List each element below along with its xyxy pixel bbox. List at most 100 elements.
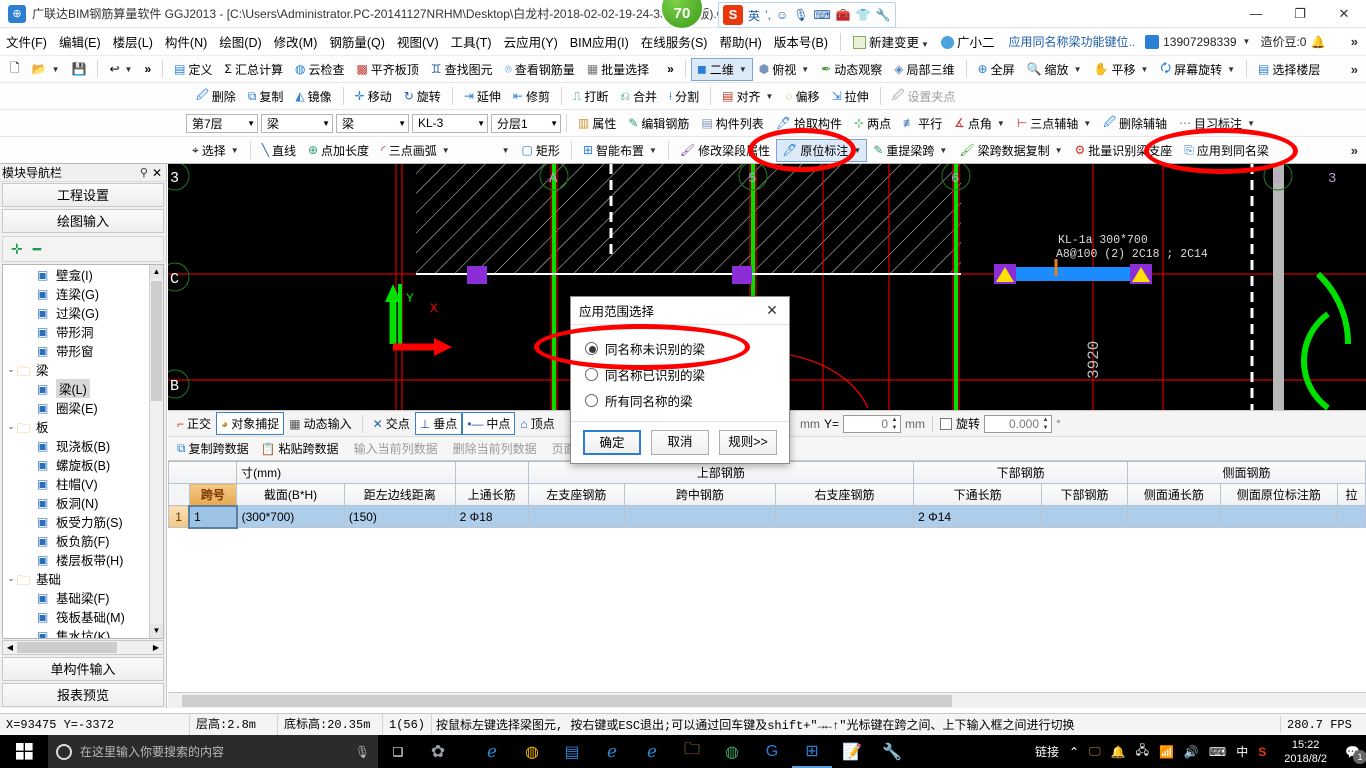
maximize-button[interactable]: ❐ bbox=[1278, 0, 1322, 28]
table-header-cell[interactable]: 距左边线距离 bbox=[343, 483, 456, 506]
stretch-button[interactable]: ⇲ 拉伸 bbox=[826, 85, 875, 108]
table-cell[interactable]: (150) bbox=[343, 505, 456, 528]
snap-y-input[interactable]: 0 ▲ ▼ bbox=[843, 414, 902, 433]
search-box[interactable]: 在这里输入你要搜索的内容 🎙 bbox=[48, 735, 378, 768]
account-info[interactable]: 13907298339 ▼ 造价豆:0 🔔 bbox=[1145, 33, 1325, 50]
network-tray-icon[interactable]: 🖧 bbox=[1136, 741, 1149, 762]
tree-item[interactable]: ▣ 板受力筋(S) bbox=[3, 512, 149, 531]
point-length-button[interactable]: ⊕ 点加长度 bbox=[302, 139, 375, 162]
re-extract-span-button[interactable]: ✎ 重提梁跨 ▼ bbox=[867, 139, 953, 162]
select-floor-button[interactable]: ▤ 选择楼层 bbox=[1252, 58, 1326, 81]
menu-item-help[interactable]: 帮助(H) bbox=[713, 28, 767, 55]
remove-icon[interactable]: ━ bbox=[33, 241, 41, 258]
menu-item-draw[interactable]: 绘图(D) bbox=[213, 28, 267, 55]
tree-item[interactable]: ▣ 圈梁(E) bbox=[3, 398, 149, 417]
notification-center-icon[interactable]: 💬 1 bbox=[1345, 745, 1366, 764]
break-button[interactable]: ⎍ 打断 bbox=[567, 85, 614, 108]
rectangle-button[interactable]: ▢ 矩形 bbox=[516, 139, 566, 162]
menu-item-tools[interactable]: 工具(T) bbox=[445, 28, 498, 55]
keyboard-icon[interactable]: ⌨ bbox=[814, 8, 831, 22]
in-place-annotate-button[interactable]: 🖊 原位标注 ▼ bbox=[776, 138, 868, 162]
panel-close-icon[interactable]: ✕ bbox=[152, 166, 166, 180]
task-view-icon[interactable]: ❑ bbox=[378, 735, 418, 768]
tree-item[interactable]: ▣ 楼层板带(H) bbox=[3, 550, 149, 569]
glodon-icon[interactable]: G bbox=[752, 735, 792, 768]
menu-item-bim[interactable]: BIM应用(I) bbox=[564, 28, 635, 55]
user-button[interactable]: 广小二 bbox=[935, 28, 1001, 55]
object-snap-toggle[interactable]: ◕ 对象捕捉 bbox=[216, 412, 285, 435]
table-cell[interactable] bbox=[1041, 505, 1129, 528]
dialog-rules-button[interactable]: 规则>> bbox=[719, 430, 777, 455]
split-button[interactable]: ⟊ 分割 bbox=[663, 85, 705, 108]
project-settings-button[interactable]: 工程设置 bbox=[2, 183, 164, 207]
table-header-cell[interactable]: 侧面通长筋 bbox=[1127, 483, 1221, 506]
scroll-up-arrow[interactable]: ▲ bbox=[150, 265, 163, 279]
tree-expander-icon[interactable]: ⌄ bbox=[5, 573, 17, 584]
table-row[interactable]: 1 1 (300*700) (150) 2 Φ18 2 Φ14 bbox=[168, 504, 1366, 529]
table-header-cell[interactable]: 上通长筋 bbox=[454, 483, 529, 506]
wifi-icon[interactable]: 📶 bbox=[1159, 745, 1174, 759]
dynamic-input-toggle[interactable]: ▦ 动态输入 bbox=[284, 412, 356, 435]
find-element-button[interactable]: ♊ 查找图元 bbox=[425, 58, 499, 81]
three-point-arc-button[interactable]: ◜ 三点画弧 ▼ bbox=[375, 139, 456, 162]
tree-item[interactable]: ▣ 过梁(G) bbox=[3, 303, 149, 322]
sogou-tray-icon[interactable]: S bbox=[1258, 745, 1266, 759]
view-2d-button[interactable]: ◼ 二维 ▼ bbox=[690, 57, 753, 81]
sogou-app-icon[interactable]: ✿ bbox=[418, 735, 458, 768]
two-point-button[interactable]: ⊹ 两点 bbox=[848, 112, 897, 135]
tree-item[interactable]: ▣ 现浇板(B) bbox=[3, 436, 149, 455]
ime-mode-label[interactable]: 英 bbox=[748, 7, 760, 24]
input-current-column-button[interactable]: 输入当前列数据 bbox=[346, 438, 443, 459]
delete-axis-button[interactable]: 🖉 删除辅轴 bbox=[1097, 110, 1173, 137]
punctuation-icon[interactable]: ’, bbox=[765, 8, 771, 22]
table-hscroll-thumb[interactable] bbox=[182, 694, 952, 707]
folder-icon[interactable]: 🗀 bbox=[672, 735, 712, 768]
voice-icon[interactable]: 🎙 bbox=[793, 8, 808, 22]
toolbar-main-right-overflow[interactable]: » bbox=[1343, 62, 1366, 77]
smart-layout-button[interactable]: ⊞ 智能布置 ▼ bbox=[577, 139, 663, 162]
align-slab-button[interactable]: ▩ 平齐板顶 bbox=[350, 58, 424, 81]
copy-span-data-button[interactable]: 🖌 梁跨数据复制 ▼ bbox=[953, 139, 1068, 162]
drawing-input-button[interactable]: 绘图输入 bbox=[2, 209, 164, 233]
trim-button[interactable]: ⇤ 修剪 bbox=[507, 85, 556, 108]
settings-icon[interactable]: 🔧 bbox=[876, 8, 891, 22]
report-preview-button[interactable]: 报表预览 bbox=[2, 683, 164, 707]
toolbar-draw-overflow[interactable]: » bbox=[1343, 143, 1366, 158]
taskbar-clock[interactable]: 15:22 2018/8/2 bbox=[1276, 738, 1335, 766]
apply-same-name-button[interactable]: ⎘ 应用到同名梁 bbox=[1178, 139, 1275, 162]
menu-item-online[interactable]: 在线服务(S) bbox=[635, 28, 714, 55]
bell-icon[interactable]: 🔔 bbox=[1111, 745, 1126, 759]
cloud-check-button[interactable]: ◍ 云检查 bbox=[289, 58, 351, 81]
tree-item[interactable]: ▣ 螺旋板(B) bbox=[3, 455, 149, 474]
fullscreen-button[interactable]: ⊕ 全屏 bbox=[972, 58, 1021, 81]
tree-item[interactable]: ⌄ 🗀 板 bbox=[3, 417, 149, 436]
mirror-button[interactable]: ◭ 镜像 bbox=[289, 85, 337, 108]
span-data-table[interactable]: 寸(mm) 上部钢筋 下部钢筋 侧面钢筋 跨号 截面(B*H) 距左边线距离 上通长筋 左支座钢… bbox=[168, 460, 1366, 708]
zoom-button[interactable]: 🔍 缩放 ▼ bbox=[1021, 58, 1088, 81]
menu-item-member[interactable]: 构件(N) bbox=[159, 28, 213, 55]
pick-member-button[interactable]: 🖊 拾取构件 bbox=[770, 112, 848, 135]
copy-span-data-button-2[interactable]: ⧉ 复制跨数据 bbox=[172, 438, 254, 459]
table-cell[interactable] bbox=[527, 505, 626, 528]
apply-scope-dialog[interactable]: 应用范围选择 ✕ 同名称未识别的梁 同名称已识别的梁 所有同名称的梁 确定 取消… bbox=[570, 296, 790, 464]
draw-dropdown[interactable]: ▼ bbox=[494, 143, 516, 158]
tree-item[interactable]: ▣ 梁(L) bbox=[3, 379, 149, 398]
table-horizontal-scrollbar[interactable] bbox=[168, 692, 1366, 708]
set-grip-button[interactable]: 🖉 设置夹点 bbox=[886, 83, 962, 110]
move-button[interactable]: ✛ 移动 bbox=[349, 85, 398, 108]
batch-identify-support-button[interactable]: ⚙ 批量识别梁支座 bbox=[1069, 139, 1179, 162]
tree-item[interactable]: ▣ 板洞(N) bbox=[3, 493, 149, 512]
point-angle-button[interactable]: ∡ 点角 ▼ bbox=[948, 112, 1011, 135]
table-cell[interactable] bbox=[1219, 505, 1339, 528]
table-header-cell[interactable]: 右支座钢筋 bbox=[774, 483, 915, 506]
ime-cn-icon[interactable]: 中 bbox=[1236, 743, 1248, 760]
tree-horizontal-scrollbar[interactable]: ◀ ▶ bbox=[2, 640, 164, 655]
edge-icon[interactable]: ℯ bbox=[592, 735, 632, 768]
close-button[interactable]: ✕ bbox=[1322, 0, 1366, 28]
minimize-button[interactable]: — bbox=[1234, 0, 1278, 28]
rotate-input[interactable]: 0.000 ▲ ▼ bbox=[984, 414, 1053, 433]
parallel-button[interactable]: ≢ 平行 bbox=[897, 112, 948, 135]
dialog-cancel-button[interactable]: 取消 bbox=[651, 430, 709, 455]
three-point-axis-button[interactable]: ⊢ 三点辅轴 ▼ bbox=[1011, 112, 1097, 135]
table-cell[interactable] bbox=[774, 505, 915, 528]
